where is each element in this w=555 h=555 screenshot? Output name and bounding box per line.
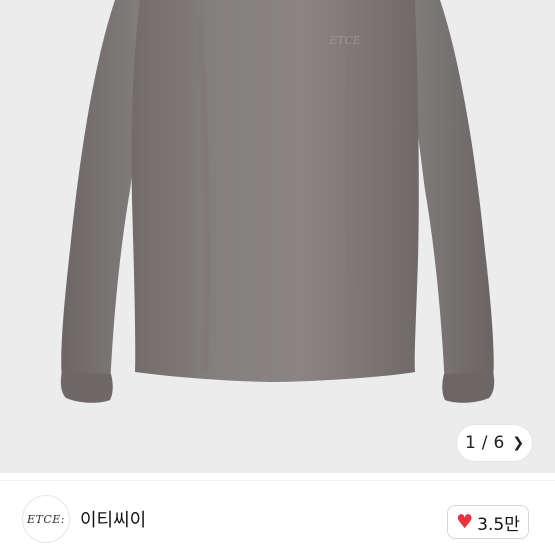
current-image-index: 1	[464, 433, 476, 453]
total-image-count: 6	[493, 433, 505, 453]
shop-bar: ETCE: 이티씨이 ♥ 3.5만	[0, 481, 555, 555]
counter-separator: /	[481, 433, 488, 453]
heart-icon: ♥	[456, 510, 474, 533]
chevron-right-icon[interactable]: ❯	[512, 435, 524, 451]
shop-name[interactable]: 이티씨이	[80, 506, 146, 532]
like-button[interactable]: ♥ 3.5만	[447, 505, 529, 539]
shop-logo-text: ETCE:	[26, 512, 66, 526]
product-image-gallery[interactable]: ETCE 1 / 6 ❯	[0, 0, 555, 473]
like-count: 3.5만	[477, 514, 520, 535]
image-counter[interactable]: 1 / 6 ❯	[457, 425, 532, 461]
product-image[interactable]: ETCE	[0, 0, 555, 473]
shop-avatar[interactable]: ETCE:	[22, 495, 70, 543]
chest-logo-text: ETCE	[328, 34, 361, 47]
